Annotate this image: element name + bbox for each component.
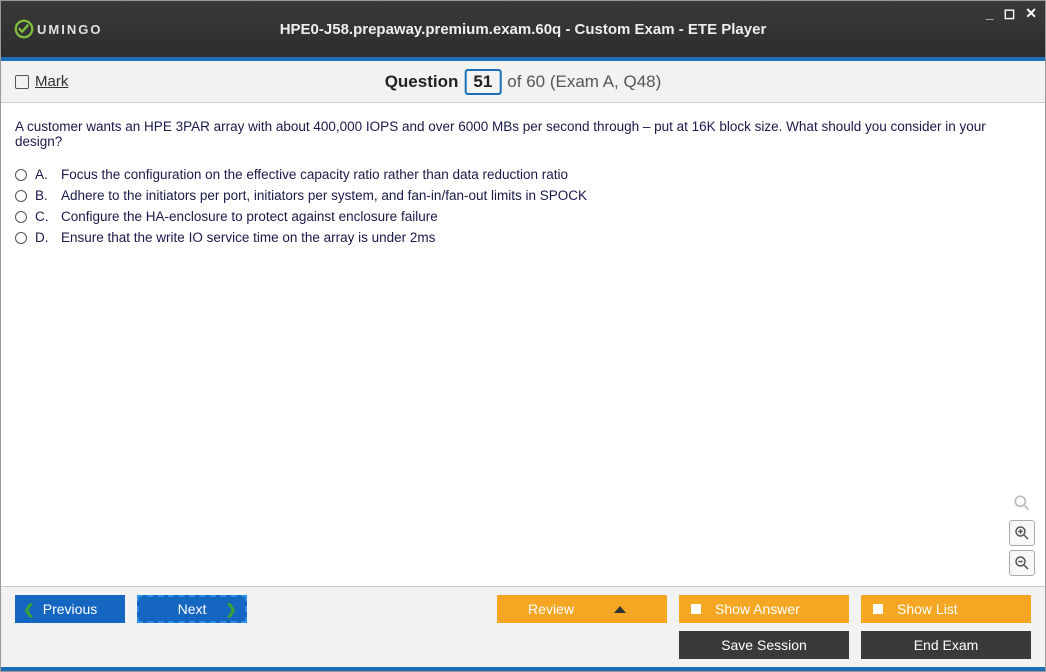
answer-text: Focus the configuration on the effective… [61,167,1031,182]
search-icon[interactable] [1009,490,1035,516]
end-exam-label: End Exam [914,637,979,653]
logo-text: UMINGO [37,22,102,37]
question-number: 51 [464,69,501,95]
mark-label: Mark [35,73,68,90]
answer-option[interactable]: A. Focus the configuration on the effect… [15,167,1031,182]
question-indicator: Question 51 of 60 (Exam A, Q48) [385,69,662,95]
show-list-label: Show List [897,601,958,617]
question-bar: Mark Question 51 of 60 (Exam A, Q48) [1,61,1045,103]
answer-option[interactable]: D. Ensure that the write IO service time… [15,230,1031,245]
zoom-in-icon[interactable] [1009,520,1035,546]
show-answer-label: Show Answer [715,601,800,617]
end-exam-button[interactable]: End Exam [861,631,1031,659]
review-label: Review [528,601,574,617]
save-session-label: Save Session [721,637,807,653]
answer-letter: D. [35,230,53,245]
previous-button[interactable]: ❮ Previous [15,595,125,623]
next-button[interactable]: Next ❯ [137,595,247,623]
review-button[interactable]: Review [497,595,667,623]
answers-list: A. Focus the configuration on the effect… [15,167,1031,245]
answer-text: Adhere to the initiators per port, initi… [61,188,1031,203]
chevron-right-icon: ❯ [225,601,237,618]
answer-letter: B. [35,188,53,203]
previous-label: Previous [43,601,97,617]
footer-row-2: Save Session End Exam [1,631,1045,667]
mark-toggle[interactable]: Mark [15,73,68,90]
titlebar: UMINGO HPE0-J58.prepaway.premium.exam.60… [1,1,1045,57]
answer-option[interactable]: C. Configure the HA-enclosure to protect… [15,209,1031,224]
answer-text: Ensure that the write IO service time on… [61,230,1031,245]
answer-letter: A. [35,167,53,182]
chevron-left-icon: ❮ [23,601,35,618]
footer: ❮ Previous Next ❯ Review Show Answer Sho… [1,586,1045,671]
answer-letter: C. [35,209,53,224]
content-area: A customer wants an HPE 3PAR array with … [1,103,1045,586]
question-text: A customer wants an HPE 3PAR array with … [15,119,1031,149]
answer-text: Configure the HA-enclosure to protect ag… [61,209,1031,224]
window-controls: _ ◻ ✕ [984,5,1039,22]
close-icon[interactable]: ✕ [1023,5,1039,22]
radio-icon[interactable] [15,232,27,244]
next-label: Next [178,601,207,617]
triangle-up-icon [614,606,626,613]
zoom-tools [1009,490,1035,576]
question-label: Question [385,72,459,92]
radio-icon[interactable] [15,169,27,181]
square-icon [691,604,701,614]
zoom-out-icon[interactable] [1009,550,1035,576]
footer-row-1: ❮ Previous Next ❯ Review Show Answer Sho… [1,587,1045,631]
checkbox-icon[interactable] [15,75,29,89]
window-title: HPE0-J58.prepaway.premium.exam.60q - Cus… [280,21,767,38]
question-of: of 60 (Exam A, Q48) [507,72,661,92]
save-session-button[interactable]: Save Session [679,631,849,659]
logo-check-icon [13,18,35,40]
minimize-icon[interactable]: _ [984,5,996,22]
radio-icon[interactable] [15,211,27,223]
radio-icon[interactable] [15,190,27,202]
maximize-icon[interactable]: ◻ [1002,5,1018,22]
square-icon [873,604,883,614]
answer-option[interactable]: B. Adhere to the initiators per port, in… [15,188,1031,203]
logo: UMINGO [13,18,102,40]
show-list-button[interactable]: Show List [861,595,1031,623]
show-answer-button[interactable]: Show Answer [679,595,849,623]
bottom-separator [1,667,1045,671]
